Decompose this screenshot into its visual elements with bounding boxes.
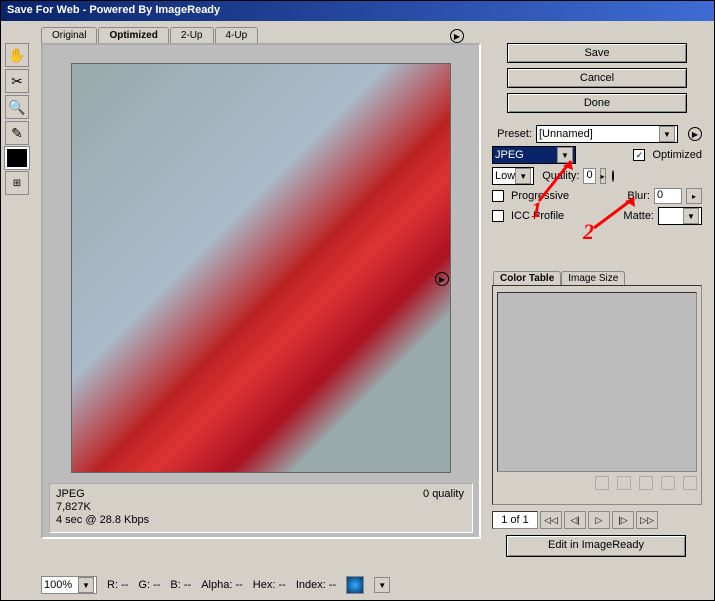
quality-preset-value: Low (495, 170, 515, 182)
color-table-grid[interactable] (497, 292, 697, 472)
info-quality: 0 quality (423, 488, 464, 501)
tab-image-size[interactable]: Image Size (561, 271, 625, 285)
zoom-value: 100% (44, 579, 72, 591)
info-size: 7,827K (56, 501, 466, 514)
first-button[interactable]: ◁◁ (540, 511, 562, 529)
progressive-checkbox[interactable] (492, 190, 504, 202)
cancel-button[interactable]: Cancel (507, 68, 687, 88)
ct-trash-icon[interactable] (683, 476, 697, 490)
progressive-label: Progressive (511, 190, 569, 202)
prev-button[interactable]: ◁| (564, 511, 586, 529)
blur-label: Blur: (627, 190, 650, 202)
status-b: B: -- (170, 579, 191, 591)
status-hex: Hex: -- (253, 579, 286, 591)
hand-tool-icon[interactable]: ✋ (5, 43, 29, 67)
save-button[interactable]: Save (507, 43, 687, 63)
preview-pane: JPEG 7,827K 4 sec @ 28.8 Kbps 0 quality (41, 43, 481, 539)
ct-icon[interactable] (639, 476, 653, 490)
tab-2up[interactable]: 2-Up (170, 27, 214, 43)
section-menu-icon[interactable]: ▶ (435, 272, 449, 286)
status-bar: 100% ▼ R: -- G: -- B: -- Alpha: -- Hex: … (41, 576, 390, 594)
optimized-checkbox[interactable]: ✓ (633, 149, 645, 161)
preset-value: [Unnamed] (539, 128, 593, 140)
ct-icon[interactable] (595, 476, 609, 490)
chevron-down-icon: ▼ (515, 168, 531, 184)
settings-panel: Save Cancel Done Preset: [Unnamed] ▼ ▶ J… (492, 43, 702, 562)
browser-preview-icon[interactable] (346, 576, 364, 594)
blur-input[interactable]: 0 (654, 188, 682, 204)
settings-menu-icon[interactable]: ▶ (688, 127, 702, 141)
quality-preset-select[interactable]: Low ▼ (492, 167, 534, 185)
image-canvas[interactable] (71, 63, 451, 473)
status-alpha: Alpha: -- (201, 579, 243, 591)
last-button[interactable]: ▷▷ (636, 511, 658, 529)
chevron-down-icon[interactable]: ▼ (374, 577, 390, 593)
format-select[interactable]: JPEG ▼ (492, 146, 576, 164)
ct-icon[interactable] (661, 476, 675, 490)
title-bar: Save For Web - Powered By ImageReady (1, 1, 714, 21)
tool-palette: ✋ ✂ 🔍 ✎ ⊞ (5, 43, 33, 195)
icc-label: ICC Profile (511, 210, 564, 222)
status-r: R: -- (107, 579, 128, 591)
chevron-down-icon: ▼ (683, 208, 699, 224)
tab-4up[interactable]: 4-Up (215, 27, 259, 43)
zoom-select[interactable]: 100% ▼ (41, 576, 97, 594)
slice-tool-icon[interactable]: ✂ (5, 69, 29, 93)
matte-label: Matte: (623, 210, 654, 222)
tab-color-table[interactable]: Color Table (493, 271, 561, 285)
preset-select[interactable]: [Unnamed] ▼ (536, 125, 678, 143)
foreground-swatch[interactable] (5, 147, 29, 169)
info-format: JPEG (56, 488, 466, 501)
done-button[interactable]: Done (507, 93, 687, 113)
status-g: G: -- (138, 579, 160, 591)
edit-imageready-button[interactable]: Edit in ImageReady (506, 535, 686, 557)
color-table-toolbar (497, 476, 697, 490)
matte-select[interactable]: ▼ (658, 207, 702, 225)
color-table-section: Color Table Image Size ▶ (492, 285, 702, 505)
preset-label: Preset: (492, 128, 532, 140)
file-info: JPEG 7,827K 4 sec @ 28.8 Kbps 0 quality (49, 483, 473, 533)
quality-slider-icon[interactable]: ▸ (600, 168, 606, 184)
slice-nav: 1 of 1 ◁◁ ◁| ▷ |▷ ▷▷ (492, 511, 702, 529)
info-speed: 4 sec @ 28.8 Kbps (56, 514, 466, 527)
ct-icon[interactable] (617, 476, 631, 490)
chevron-down-icon: ▼ (659, 126, 675, 142)
icc-checkbox[interactable] (492, 210, 504, 222)
chevron-down-icon: ▼ (78, 577, 94, 593)
chevron-down-icon: ▼ (557, 147, 573, 163)
tab-original[interactable]: Original (41, 27, 97, 43)
optimized-label: Optimized (652, 149, 702, 161)
view-tabs: Original Optimized 2-Up 4-Up ▶ (41, 25, 714, 43)
play-button[interactable]: ▷ (588, 511, 610, 529)
zoom-tool-icon[interactable]: 🔍 (5, 95, 29, 119)
quality-menu-icon[interactable] (612, 170, 614, 182)
blur-slider-icon[interactable]: ▸ (686, 188, 702, 204)
status-index: Index: -- (296, 579, 336, 591)
slice-visibility-icon[interactable]: ⊞ (5, 171, 29, 195)
format-value: JPEG (495, 149, 524, 161)
tab-optimized[interactable]: Optimized (98, 27, 168, 44)
quality-label: Quality: (542, 170, 579, 182)
quality-input[interactable]: 0 (583, 168, 595, 184)
preview-menu-icon[interactable]: ▶ (450, 29, 464, 43)
page-indicator: 1 of 1 (492, 511, 538, 529)
eyedropper-tool-icon[interactable]: ✎ (5, 121, 29, 145)
next-button[interactable]: |▷ (612, 511, 634, 529)
